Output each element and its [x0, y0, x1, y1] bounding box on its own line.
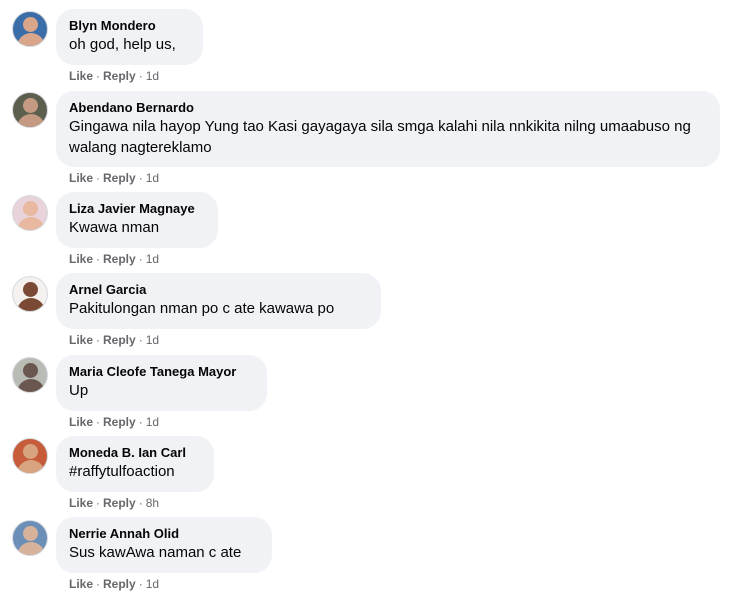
like-button[interactable]: Like [69, 577, 93, 591]
separator-dot: · [138, 577, 143, 591]
avatar-head [23, 98, 38, 113]
separator-dot: · [138, 333, 143, 347]
comment-actions: Like · Reply · 1d [69, 68, 159, 84]
reply-button[interactable]: Reply [103, 496, 136, 510]
comment-time[interactable]: 1d [146, 69, 159, 83]
comment-bubble: Nerrie Annah Olid Sus kawAwa naman c ate [56, 517, 272, 573]
comment-time[interactable]: 1d [146, 333, 159, 347]
comment-time[interactable]: 1d [146, 252, 159, 266]
avatar-head [23, 526, 38, 541]
author-name[interactable]: Blyn Mondero [69, 17, 189, 34]
avatar-body [17, 542, 45, 555]
author-name[interactable]: Arnel Garcia [69, 281, 367, 298]
comment-text: #raffytulfoaction [69, 463, 175, 480]
author-name[interactable]: Liza Javier Magnaye [69, 200, 204, 217]
separator-dot: · [96, 415, 101, 429]
comment-text: Kwawa nman [69, 219, 160, 236]
like-button[interactable]: Like [69, 252, 93, 266]
comment-actions: Like · Reply · 1d [69, 251, 159, 267]
reply-button[interactable]: Reply [103, 69, 136, 83]
avatar-head [23, 201, 38, 216]
separator-dot: · [96, 496, 101, 510]
like-button[interactable]: Like [69, 69, 93, 83]
comment-bubble: Liza Javier Magnaye Kwawa nman [56, 192, 218, 248]
reply-button[interactable]: Reply [103, 577, 136, 591]
like-button[interactable]: Like [69, 171, 93, 185]
separator-dot: · [138, 69, 143, 83]
avatar-head [23, 363, 38, 378]
avatar-body [17, 379, 45, 392]
avatar-body [17, 33, 45, 46]
separator-dot: · [96, 69, 101, 83]
comment-text: oh god, help us, [69, 36, 176, 53]
author-name[interactable]: Abendano Bernardo [69, 99, 706, 116]
reply-button[interactable]: Reply [103, 333, 136, 347]
separator-dot: · [96, 171, 101, 185]
avatar[interactable] [12, 438, 48, 474]
reply-button[interactable]: Reply [103, 171, 136, 185]
comment-text: Sus kawAwa naman c ate [69, 544, 242, 561]
avatar[interactable] [12, 357, 48, 393]
avatar-head [23, 444, 38, 459]
separator-dot: · [138, 171, 143, 185]
like-button[interactable]: Like [69, 415, 93, 429]
comment-bubble: Blyn Mondero oh god, help us, [56, 9, 203, 65]
avatar-body [17, 460, 45, 473]
separator-dot: · [96, 252, 101, 266]
avatar-body [17, 217, 45, 230]
comment-time[interactable]: 1d [146, 577, 159, 591]
comment-bubble: Abendano Bernardo Gingawa nila hayop Yun… [56, 91, 720, 167]
comment-actions: Like · Reply · 1d [69, 332, 159, 348]
author-name[interactable]: Nerrie Annah Olid [69, 525, 258, 542]
comment-text: Pakitulongan nman po c ate kawawa po [69, 300, 335, 317]
avatar[interactable] [12, 195, 48, 231]
comment-bubble: Moneda B. Ian Carl #raffytulfoaction [56, 436, 214, 492]
comment-text: Up [69, 382, 89, 399]
separator-dot: · [96, 333, 101, 347]
comment-actions: Like · Reply · 8h [69, 495, 159, 511]
comment-bubble: Maria Cleofe Tanega Mayor Up [56, 355, 267, 411]
separator-dot: · [96, 577, 101, 591]
avatar-head [23, 282, 38, 297]
avatar[interactable] [12, 92, 48, 128]
like-button[interactable]: Like [69, 333, 93, 347]
comment-actions: Like · Reply · 1d [69, 170, 159, 186]
separator-dot: · [138, 415, 143, 429]
reply-button[interactable]: Reply [103, 415, 136, 429]
comment-text: Gingawa nila hayop Yung tao Kasi gayagay… [69, 118, 691, 156]
avatar[interactable] [12, 276, 48, 312]
avatar[interactable] [12, 520, 48, 556]
like-button[interactable]: Like [69, 496, 93, 510]
comment-time[interactable]: 1d [146, 171, 159, 185]
reply-button[interactable]: Reply [103, 252, 136, 266]
separator-dot: · [138, 496, 143, 510]
comment-bubble: Arnel Garcia Pakitulongan nman po c ate … [56, 273, 381, 329]
comment-actions: Like · Reply · 1d [69, 576, 159, 592]
avatar-body [17, 298, 45, 311]
separator-dot: · [138, 252, 143, 266]
avatar-body [17, 114, 45, 127]
avatar[interactable] [12, 11, 48, 47]
avatar-head [23, 17, 38, 32]
comment-actions: Like · Reply · 1d [69, 414, 159, 430]
comment-time[interactable]: 1d [146, 415, 159, 429]
author-name[interactable]: Maria Cleofe Tanega Mayor [69, 363, 253, 380]
comment-time[interactable]: 8h [146, 496, 159, 510]
author-name[interactable]: Moneda B. Ian Carl [69, 444, 200, 461]
